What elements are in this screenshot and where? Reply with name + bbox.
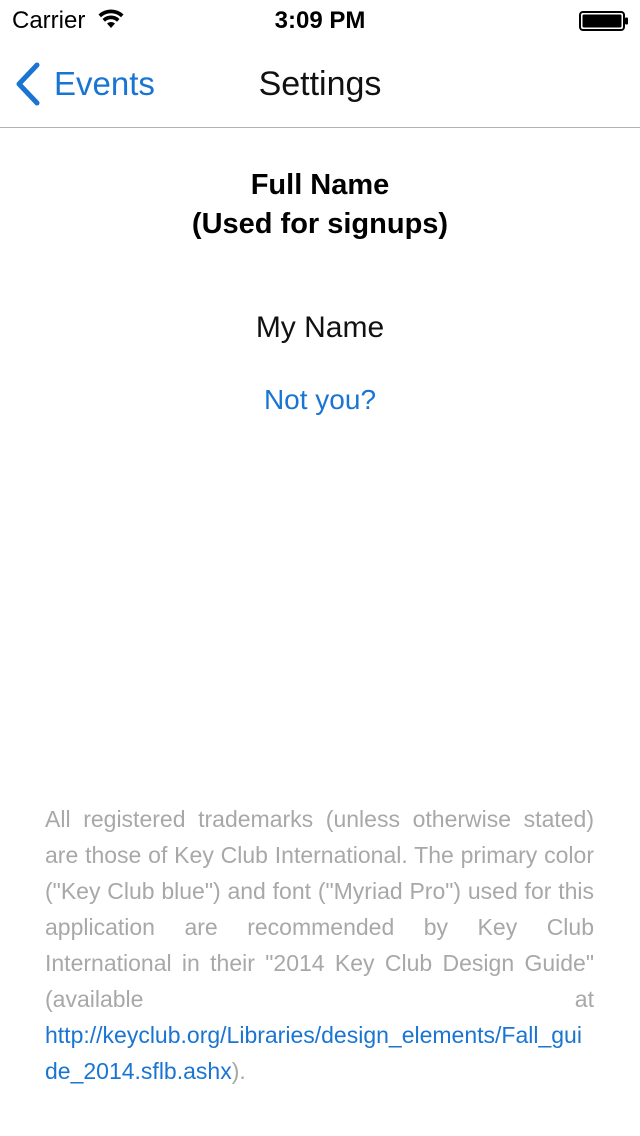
- design-guide-link[interactable]: http://keyclub.org/Libraries/design_elem…: [45, 1022, 582, 1084]
- full-name-heading-line1: Full Name: [250, 169, 390, 201]
- user-name-value: My Name: [255, 311, 385, 344]
- trademark-notice-text: All registered trademarks (unless otherw…: [45, 806, 594, 1012]
- trademark-notice: All registered trademarks (unless otherw…: [45, 801, 594, 1089]
- status-time: 3:09 PM: [274, 7, 366, 34]
- trademark-notice-end: ).: [231, 1058, 246, 1084]
- not-you-button[interactable]: Not you?: [240, 380, 400, 420]
- battery-full-icon: [579, 11, 628, 31]
- page-title: Settings: [258, 65, 382, 103]
- full-name-heading-line2: (Used for signups): [191, 208, 449, 240]
- full-name-heading: Full Name (Used for signups): [0, 166, 640, 244]
- navigation-bar: Events Settings: [0, 40, 640, 128]
- status-bar: Carrier 3:09 PM: [0, 0, 640, 40]
